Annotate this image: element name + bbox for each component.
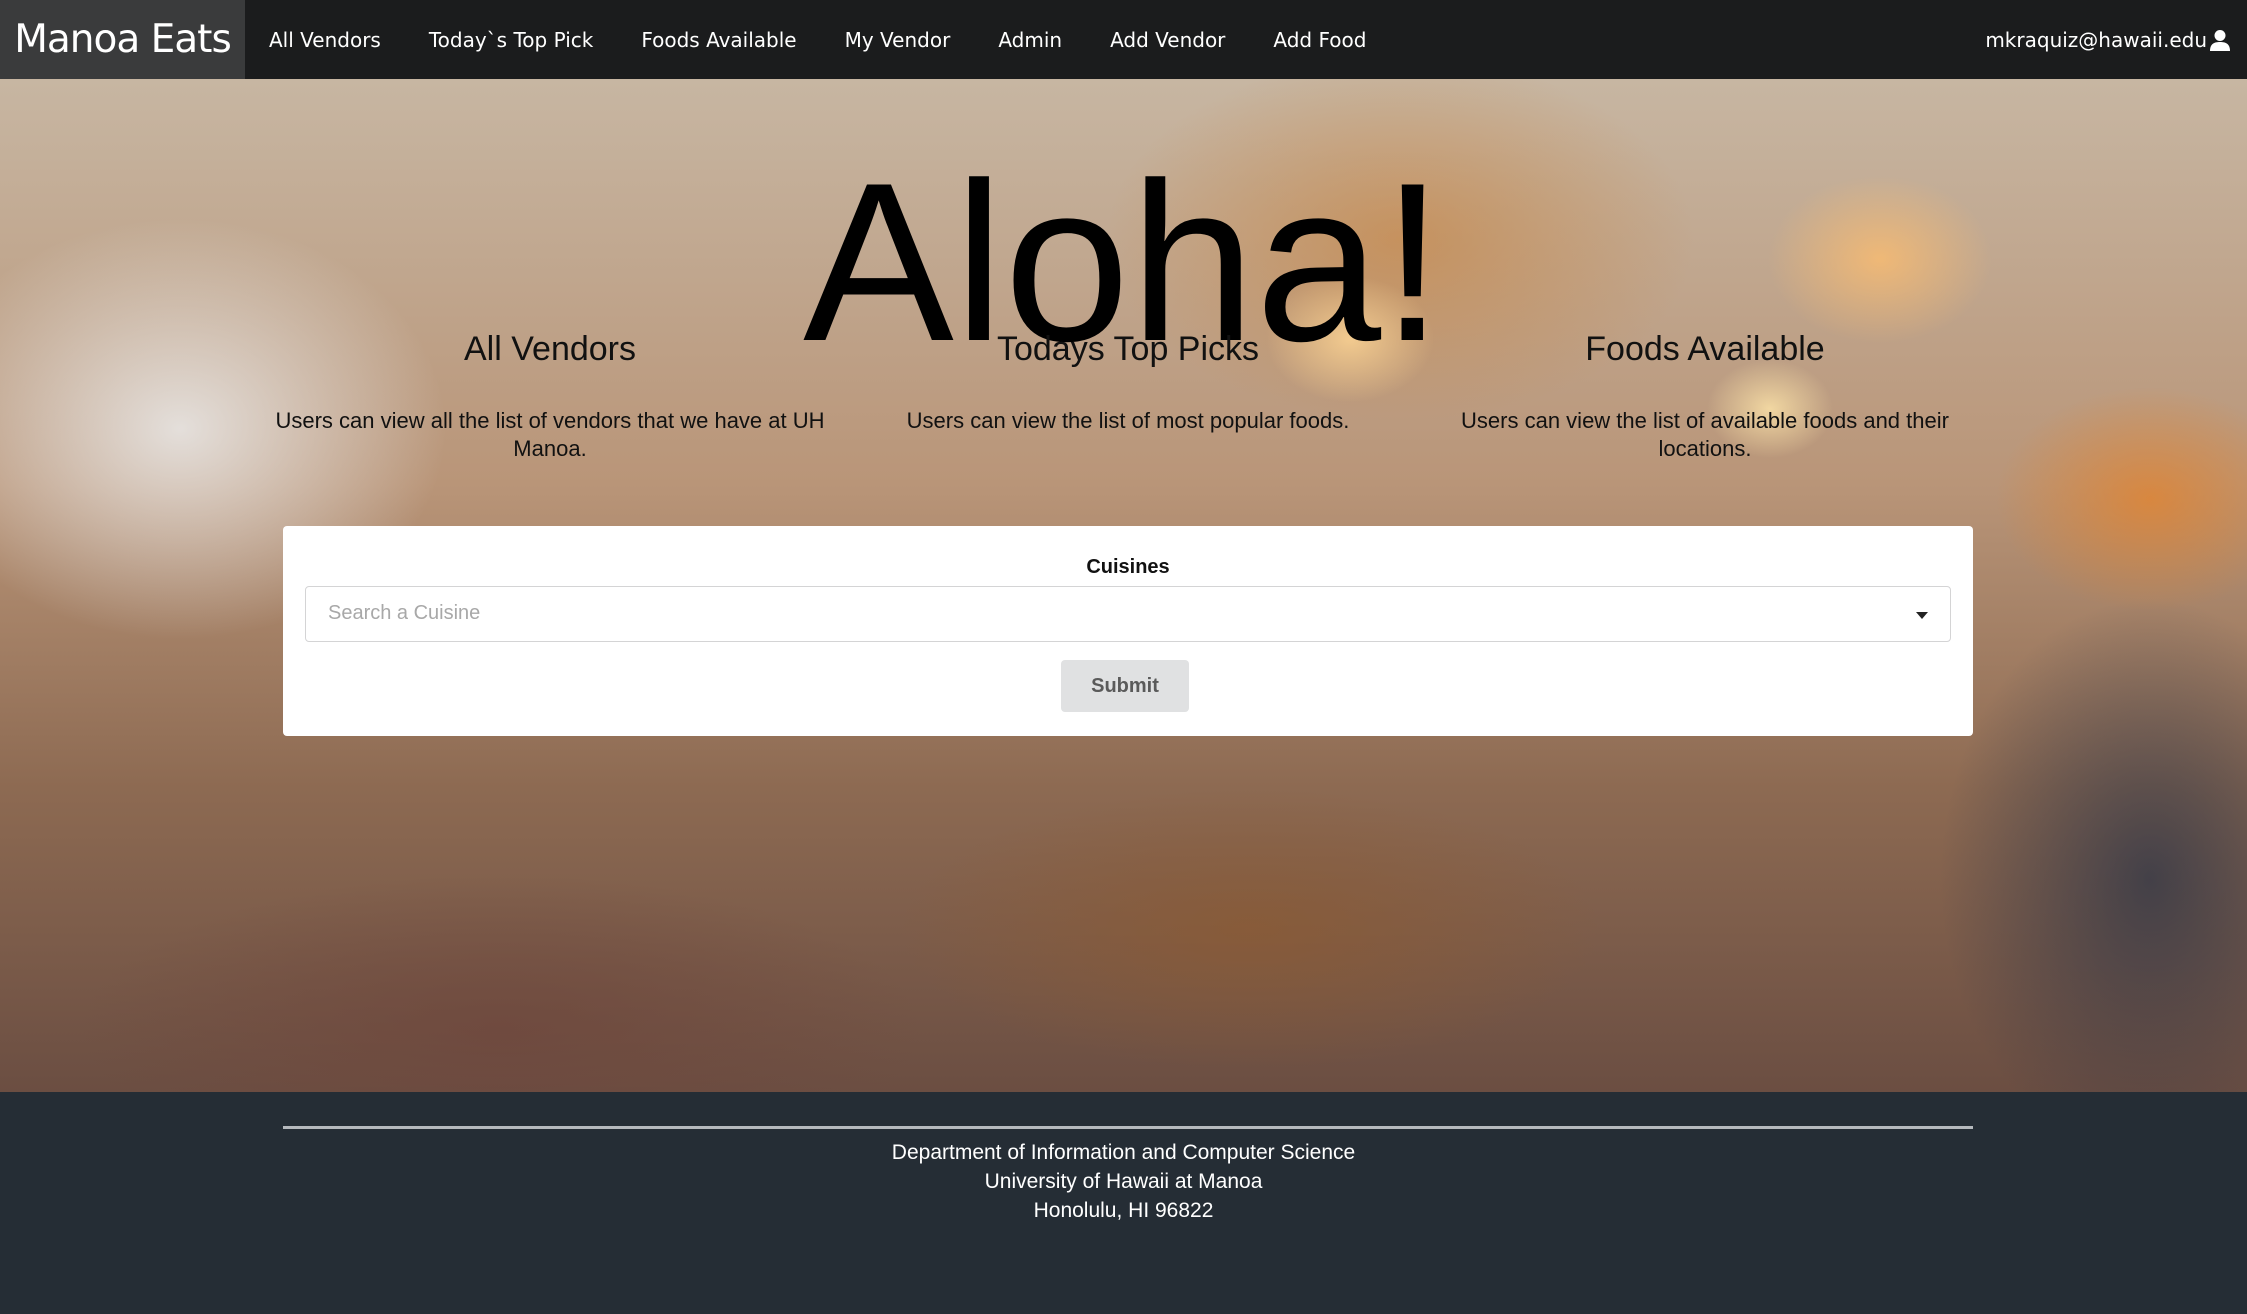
nav-item-add-food[interactable]: Add Food [1249, 0, 1390, 79]
feature-description: Users can view all the list of vendors t… [275, 408, 825, 461]
footer-address: Department of Information and Computer S… [0, 1138, 2247, 1225]
feature-title: Todays Top Picks [996, 330, 1260, 368]
footer-university: University of Hawaii at Manoa [984, 1170, 1263, 1193]
footer-city: Honolulu, HI 96822 [1033, 1199, 1214, 1222]
nav-menu: All Vendors Today`s Top Pick Foods Avail… [245, 0, 1390, 79]
feature-description: Users can view the list of most popular … [906, 408, 1350, 433]
feature-foods-available: Foods Available Users can view the list … [1425, 327, 1985, 463]
footer: Department of Information and Computer S… [0, 1092, 2247, 1314]
feature-title: Foods Available [1585, 330, 1825, 368]
nav-item-my-vendor[interactable]: My Vendor [821, 0, 975, 79]
user-icon [2209, 29, 2231, 51]
cuisine-dropdown[interactable]: Search a Cuisine [305, 586, 1951, 642]
feature-description: Users can view the list of available foo… [1461, 408, 1949, 461]
feature-title: All Vendors [464, 330, 636, 368]
brand-logo[interactable]: Manoa Eats [0, 0, 245, 79]
cuisines-label: Cuisines [1086, 556, 1170, 578]
user-menu[interactable]: mkraquiz@hawaii.edu [1985, 0, 2231, 79]
nav-item-foods-available[interactable]: Foods Available [617, 0, 820, 79]
feature-top-picks: Todays Top Picks Users can view the list… [848, 327, 1408, 435]
caret-down-icon [1916, 612, 1928, 619]
feature-all-vendors: All Vendors Users can view all the list … [270, 327, 830, 463]
footer-department: Department of Information and Computer S… [891, 1141, 1356, 1164]
submit-button[interactable]: Submit [1061, 660, 1189, 712]
nav-item-add-vendor[interactable]: Add Vendor [1086, 0, 1249, 79]
user-email: mkraquiz@hawaii.edu [1985, 27, 2207, 52]
cuisine-dropdown-placeholder: Search a Cuisine [328, 602, 481, 624]
footer-divider [283, 1126, 1973, 1129]
hero-section: Aloha! All Vendors Users can view all th… [0, 79, 2247, 1092]
cuisine-search-card: Cuisines Search a Cuisine Submit [283, 526, 1973, 736]
nav-item-all-vendors[interactable]: All Vendors [245, 0, 405, 79]
nav-item-admin[interactable]: Admin [974, 0, 1086, 79]
nav-item-todays-top-pick[interactable]: Today`s Top Pick [405, 0, 617, 79]
top-navbar: Manoa Eats All Vendors Today`s Top Pick … [0, 0, 2247, 79]
